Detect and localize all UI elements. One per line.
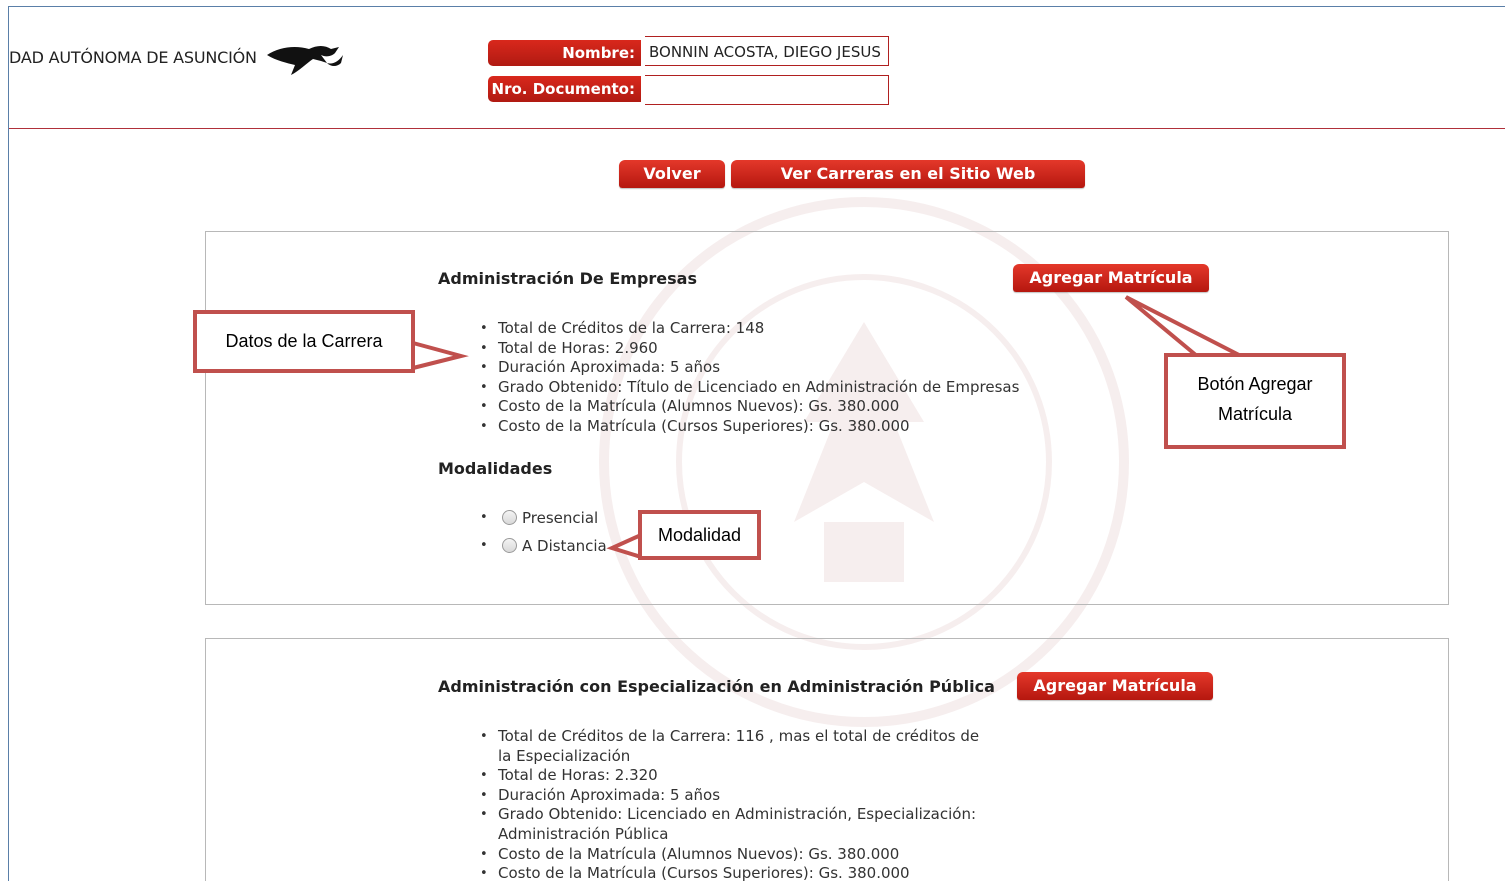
volver-button[interactable]: Volver — [619, 160, 725, 188]
list-item: Duración Aproximada: 5 años — [480, 358, 1040, 378]
callout-datos-carrera: Datos de la Carrera — [193, 310, 415, 373]
career-title: Administración De Empresas — [438, 269, 697, 288]
nombre-value: BONNIN ACOSTA, DIEGO JESUS — [645, 36, 889, 66]
modalidades-title: Modalidades — [438, 459, 553, 478]
university-logo-icon — [267, 46, 343, 75]
callout-text: Datos de la Carrera — [225, 331, 383, 351]
list-item: Grado Obtenido: Título de Licenciado en … — [480, 378, 1040, 398]
callout-modalidad: Modalidad — [638, 510, 761, 560]
career-title: Administración con Especialización en Ad… — [438, 677, 995, 696]
agregar-matricula-button[interactable]: Agregar Matrícula — [1017, 672, 1213, 700]
list-item: Costo de la Matrícula (Cursos Superiores… — [480, 864, 980, 881]
documento-value — [645, 75, 889, 105]
header-divider — [9, 128, 1505, 129]
list-item: Costo de la Matrícula (Cursos Superiores… — [480, 417, 1040, 437]
documento-label: Nro. Documento: — [488, 76, 641, 102]
callout-text: Modalidad — [657, 525, 742, 545]
modalidad-label: Presencial — [522, 509, 599, 527]
career-info-list: Total de Créditos de la Carrera: 116 , m… — [480, 727, 980, 881]
page-frame: DAD AUTÓNOMA DE ASUNCIÓN Nombre: BONNIN … — [8, 6, 1505, 881]
list-item: Duración Aproximada: 5 años — [480, 786, 980, 806]
career-info-list: Total de Créditos de la Carrera: 148 Tot… — [480, 319, 1040, 437]
callout-text: Matrícula — [1217, 404, 1293, 424]
radio-presencial[interactable] — [502, 510, 517, 525]
list-item: Total de Créditos de la Carrera: 116 , m… — [480, 727, 980, 766]
list-item: Total de Horas: 2.320 — [480, 766, 980, 786]
university-name: DAD AUTÓNOMA DE ASUNCIÓN — [9, 48, 257, 67]
list-item: Costo de la Matrícula (Alumnos Nuevos): … — [480, 845, 980, 865]
ver-carreras-button[interactable]: Ver Carreras en el Sitio Web — [731, 160, 1085, 188]
callout-text: Botón Agregar — [1197, 374, 1313, 394]
callout-boton-agregar: Botón Agregar Matrícula — [1164, 353, 1346, 449]
list-item: Costo de la Matrícula (Alumnos Nuevos): … — [480, 397, 1040, 417]
agregar-matricula-button[interactable]: Agregar Matrícula — [1013, 264, 1209, 292]
nombre-label: Nombre: — [488, 40, 641, 66]
modalidad-label: A Distancia — [522, 537, 607, 555]
list-item: Grado Obtenido: Licenciado en Administra… — [480, 805, 980, 844]
list-item: Total de Créditos de la Carrera: 148 — [480, 319, 1040, 339]
radio-a-distancia[interactable] — [502, 538, 517, 553]
list-item: Total de Horas: 2.960 — [480, 339, 1040, 359]
